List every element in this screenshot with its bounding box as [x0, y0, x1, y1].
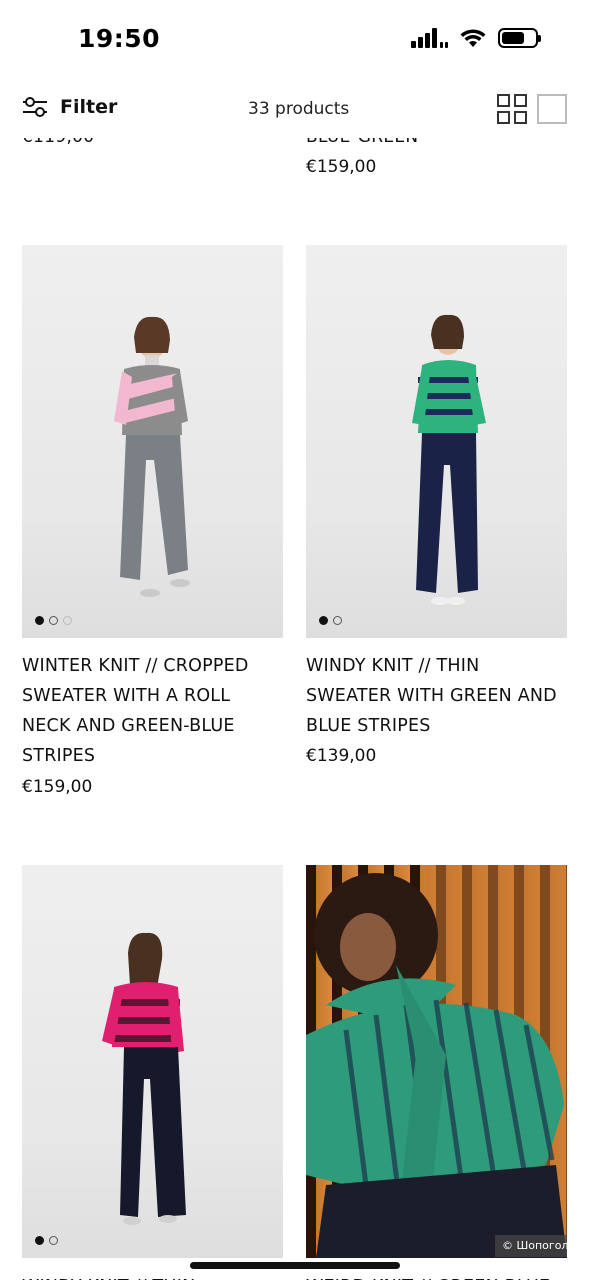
product-price-1: €159,00 [22, 777, 93, 797]
model-illustration-3 [102, 932, 186, 1225]
image-carousel-dots-3 [35, 1236, 58, 1245]
status-bar: 19:50 [0, 0, 590, 80]
wifi-icon [460, 29, 486, 47]
cellular-signal-icon [411, 28, 448, 48]
model-illustration-1 [114, 316, 190, 597]
filter-label: Filter [60, 96, 118, 118]
carousel-dot[interactable] [35, 616, 44, 625]
image-carousel-dots-1 [35, 616, 72, 625]
carousel-dot[interactable] [333, 616, 342, 625]
product-title-1[interactable]: WINTER KNIT // CROPPED SWEATER WITH A RO… [22, 651, 284, 771]
carousel-dot[interactable] [35, 1236, 44, 1245]
battery-icon [498, 28, 541, 48]
product-title-4[interactable]: WEIRD KNIT // GREEN-BLUE [306, 1272, 550, 1280]
product-image-4[interactable] [306, 865, 567, 1258]
carousel-dot[interactable] [63, 616, 72, 625]
model-illustration-2 [412, 314, 486, 605]
carousel-dot[interactable] [49, 616, 58, 625]
carousel-dot[interactable] [319, 616, 328, 625]
single-view-toggle[interactable] [537, 94, 567, 124]
grid-view-toggle[interactable] [497, 94, 527, 124]
sliders-icon [23, 97, 47, 117]
image-carousel-dots-2 [319, 616, 342, 625]
product-image-1[interactable] [22, 245, 283, 638]
status-icons [411, 28, 541, 48]
product-count: 33 products [248, 99, 350, 119]
product-image-2[interactable] [306, 245, 567, 638]
product-price-2: €139,00 [306, 746, 377, 766]
carousel-dot[interactable] [49, 1236, 58, 1245]
watermark: © Шопоголик [495, 1235, 567, 1257]
partial-product-price-right: €159,00 [306, 157, 377, 177]
model-illustration-4 [306, 865, 567, 1258]
product-title-2[interactable]: WINDY KNIT // THIN SWEATER WITH GREEN AN… [306, 651, 568, 741]
product-image-3[interactable] [22, 865, 283, 1258]
product-title-3[interactable]: WINDY KNIT // THIN [22, 1272, 195, 1280]
filter-button[interactable]: Filter [22, 96, 117, 118]
status-time: 19:50 [78, 24, 161, 53]
home-indicator [190, 1262, 400, 1269]
